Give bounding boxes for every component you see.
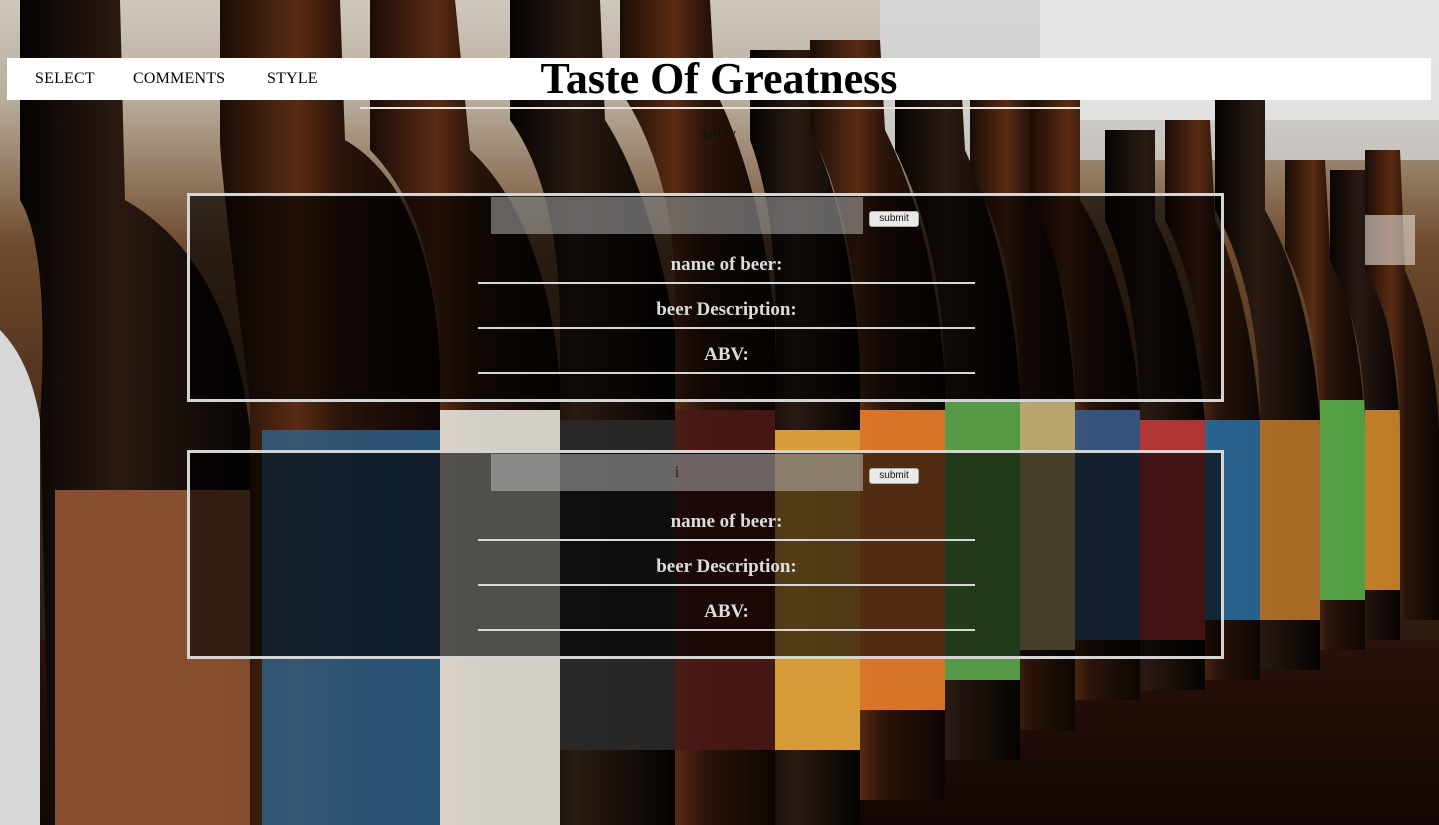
header-divider [360,107,1080,109]
beer-name-label: name of beer: [478,248,975,284]
beer-search-input[interactable] [491,454,863,491]
submit-button[interactable]: submit [869,468,919,484]
submit-button[interactable]: submit [869,211,919,227]
background-bottles-image [0,0,1439,825]
beer-description-label: beer Description: [478,293,975,329]
beer-description-label: beer Description: [478,550,975,586]
beer-card: submit name of beer: beer Description: A… [187,450,1224,659]
beer-card: submit name of beer: beer Description: A… [187,193,1224,402]
beer-abv-label: ABV: [478,338,975,374]
beer-name-label: name of beer: [478,505,975,541]
page-title: Taste Of Greatness [540,54,898,103]
beer-abv-label: ABV: [478,595,975,631]
tagline: enjoy [702,126,737,142]
bottles-illustration [0,0,1439,825]
site-header: SELECT COMMENTS STYLE Taste Of Greatness [7,54,1431,103]
beer-search-input[interactable] [491,197,863,234]
